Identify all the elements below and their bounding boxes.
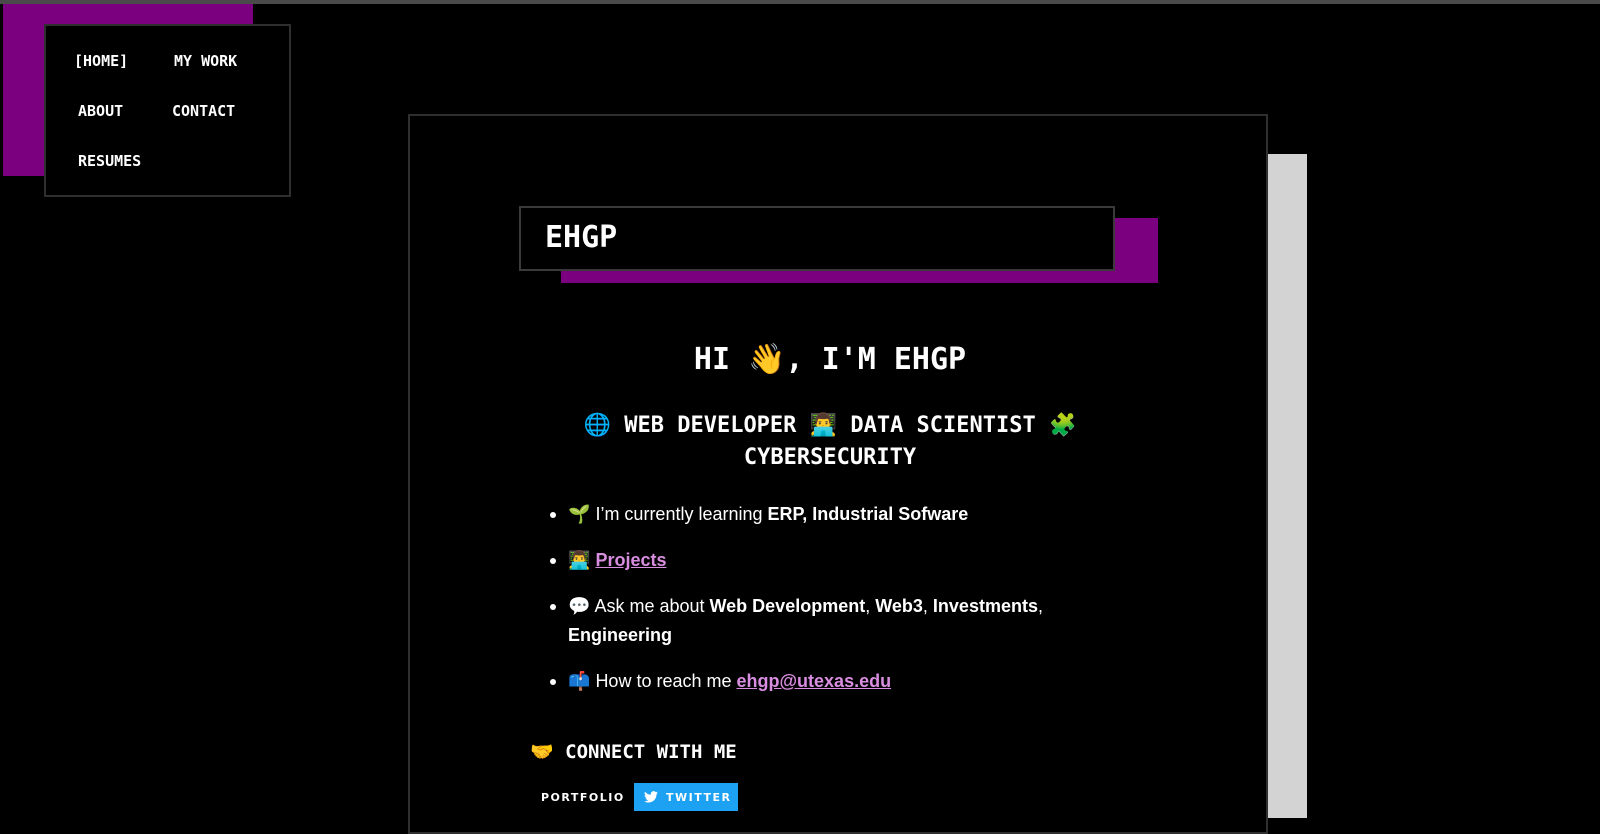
roles-heading: 🌐 WEB DEVELOPER 👨‍💻 DATA SCIENTIST 🧩 CYBE… [540, 410, 1120, 474]
connect-heading-text: CONNECT WITH ME [565, 741, 737, 763]
ask-text: Ask me about [594, 596, 710, 616]
connect-heading: 🤝 CONNECT WITH ME [530, 740, 737, 763]
ask-comma: , [865, 596, 876, 616]
projects-link[interactable]: Projects [595, 550, 666, 570]
list-item-reach: 📫 How to reach me ehgp@utexas.edu [550, 667, 1088, 696]
role-web-developer: WEB DEVELOPER [624, 413, 797, 438]
nav-my-work-link[interactable]: MY WORK [174, 52, 237, 70]
ask-investments: Investments [932, 596, 1038, 616]
about-list: 🌱 I’m currently learning ERP, Industrial… [550, 500, 1088, 713]
nav-home-link[interactable]: [HOME] [74, 52, 128, 70]
waving-hand-icon: 👋 [748, 342, 786, 377]
twitter-icon [644, 791, 658, 803]
learning-topics: ERP, Industrial Sofware [767, 504, 969, 524]
greeting-pre: HI [693, 342, 749, 377]
globe-icon: 🌐 [583, 413, 611, 438]
nav-contact-link[interactable]: CONTACT [172, 102, 235, 120]
puzzle-piece-icon: 🧩 [1049, 413, 1077, 438]
greeting-post: , I'M EHGP [785, 342, 967, 377]
twitter-badge-label: TWITTER [666, 790, 732, 804]
title-box: EHGP [519, 206, 1115, 271]
nav-resumes-link[interactable]: RESUMES [78, 152, 141, 170]
handshake-icon: 🤝 [530, 741, 554, 763]
card-shadow [1267, 154, 1307, 818]
site-title: EHGP [545, 220, 618, 255]
greeting-heading: HI 👋, I'M EHGP [540, 342, 1120, 377]
ask-engineering: Engineering [568, 625, 673, 645]
seedling-icon: 🌱 [568, 504, 591, 525]
ask-web-development: Web Development [709, 596, 866, 616]
twitter-badge[interactable]: TWITTER [634, 783, 738, 811]
nav-about-link[interactable]: ABOUT [78, 102, 123, 120]
list-item-learning: 🌱 I’m currently learning ERP, Industrial… [550, 500, 1088, 529]
main-nav: [HOME] MY WORK ABOUT CONTACT RESUMES [44, 24, 291, 197]
mailbox-icon: 📫 [568, 671, 591, 692]
email-link[interactable]: ehgp@utexas.edu [737, 671, 892, 691]
ask-comma: , [1037, 596, 1043, 616]
list-item-projects: 👨‍💻 Projects [550, 546, 1088, 575]
role-data-scientist: DATA SCIENTIST [850, 413, 1036, 438]
speech-bubble-icon: 💬 [568, 596, 591, 617]
portfolio-badge[interactable]: PORTFOLIO [533, 783, 623, 811]
ask-comma: , [922, 596, 933, 616]
portfolio-badge-label: PORTFOLIO [541, 790, 625, 804]
technologist-icon: 👨‍💻 [809, 413, 838, 438]
list-item-ask: 💬 Ask me about Web Development, Web3, In… [550, 592, 1088, 650]
role-cybersecurity: CYBERSECURITY [743, 445, 917, 470]
learning-text: I’m currently learning [595, 504, 768, 524]
technologist-icon: 👨‍💻 [568, 550, 591, 571]
ask-web3: Web3 [875, 596, 923, 616]
reach-text: How to reach me [595, 671, 737, 691]
